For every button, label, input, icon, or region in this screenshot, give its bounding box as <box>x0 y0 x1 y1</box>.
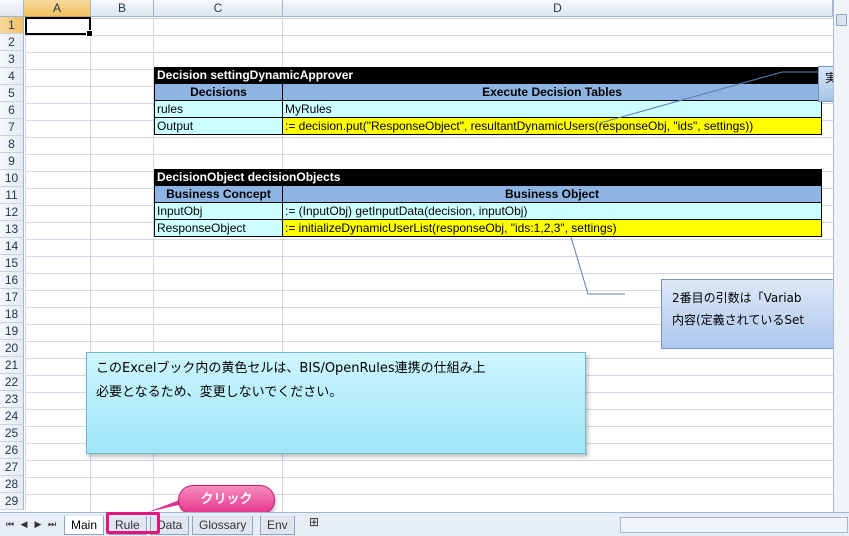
click-hint-bubble: クリック <box>178 485 275 515</box>
vertical-scrollbar[interactable] <box>833 0 849 512</box>
argument-note-callout: 2番目の引数は「Variab 内容(定義されているSet <box>661 279 849 349</box>
rule-tab-highlight <box>106 512 160 534</box>
last-sheet-icon[interactable]: ⏭ <box>46 518 58 530</box>
argument-note-line2: 内容(定義されているSet <box>672 313 805 327</box>
tab-env[interactable]: Env <box>260 516 295 535</box>
yellow-cell-warning-callout: このExcelブック内の黄色セルは、BIS/OpenRules連携の仕組み上 必… <box>86 352 586 454</box>
top-callout-pointer <box>599 71 783 124</box>
tab-glossary[interactable]: Glossary <box>192 516 254 535</box>
argument-note-line1: 2番目の引数は「Variab <box>672 291 802 305</box>
warning-line1: このExcelブック内の黄色セルは、BIS/OpenRules連携の仕組み上 <box>96 361 486 376</box>
horizontal-scrollbar[interactable] <box>620 517 848 533</box>
next-sheet-icon[interactable]: ▶ <box>32 518 44 530</box>
vertical-scroll-thumb[interactable] <box>836 14 847 26</box>
insert-sheet-icon[interactable]: ⊞ <box>306 516 322 532</box>
first-sheet-icon[interactable]: ⏮ <box>4 518 16 530</box>
warning-line2: 必要となるため、変更しないでください。 <box>96 385 343 400</box>
prev-sheet-icon[interactable]: ◀ <box>18 518 30 530</box>
right-callout-pointer <box>570 236 625 295</box>
callout-connectors <box>148 71 818 512</box>
tab-main[interactable]: Main <box>64 516 105 535</box>
